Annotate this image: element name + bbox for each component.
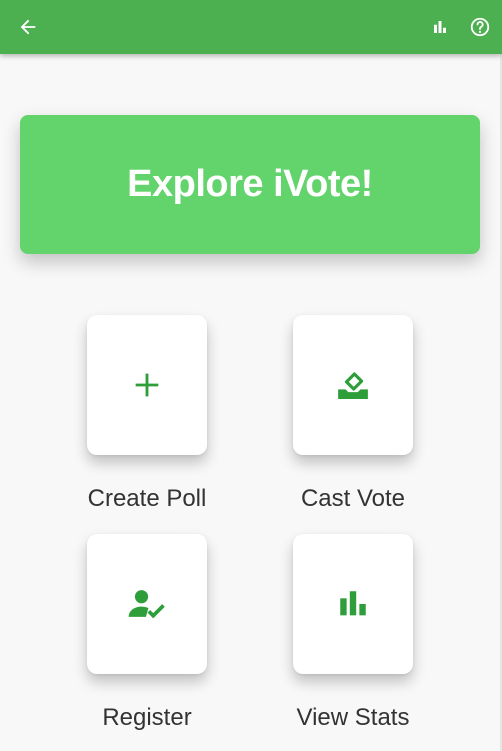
help-button[interactable] [460,0,500,54]
app-bar [0,0,502,54]
view-stats-button[interactable] [293,534,413,674]
app-screen: Explore iVote! Create Poll Cast Vote Reg… [0,0,502,751]
stats-button[interactable] [420,0,460,54]
back-button[interactable] [8,0,48,54]
register-label: Register [102,704,192,731]
create-poll-label: Create Poll [87,485,207,512]
bar-chart-icon [434,21,446,33]
arrow-back-icon [20,19,36,35]
plus-icon [135,373,159,397]
view-stats-label: View Stats [296,704,410,731]
banner-title: Explore iVote! [127,163,373,205]
register-button[interactable] [87,534,207,674]
bar-chart-icon [340,591,366,616]
create-poll-button[interactable] [87,315,207,455]
explore-banner[interactable]: Explore iVote! [20,115,480,254]
cast-vote-label: Cast Vote [300,485,406,512]
cast-vote-button[interactable] [293,315,413,455]
ballot-box-icon [338,372,368,399]
help-circle-icon [470,17,490,37]
person-check-icon [128,590,165,619]
